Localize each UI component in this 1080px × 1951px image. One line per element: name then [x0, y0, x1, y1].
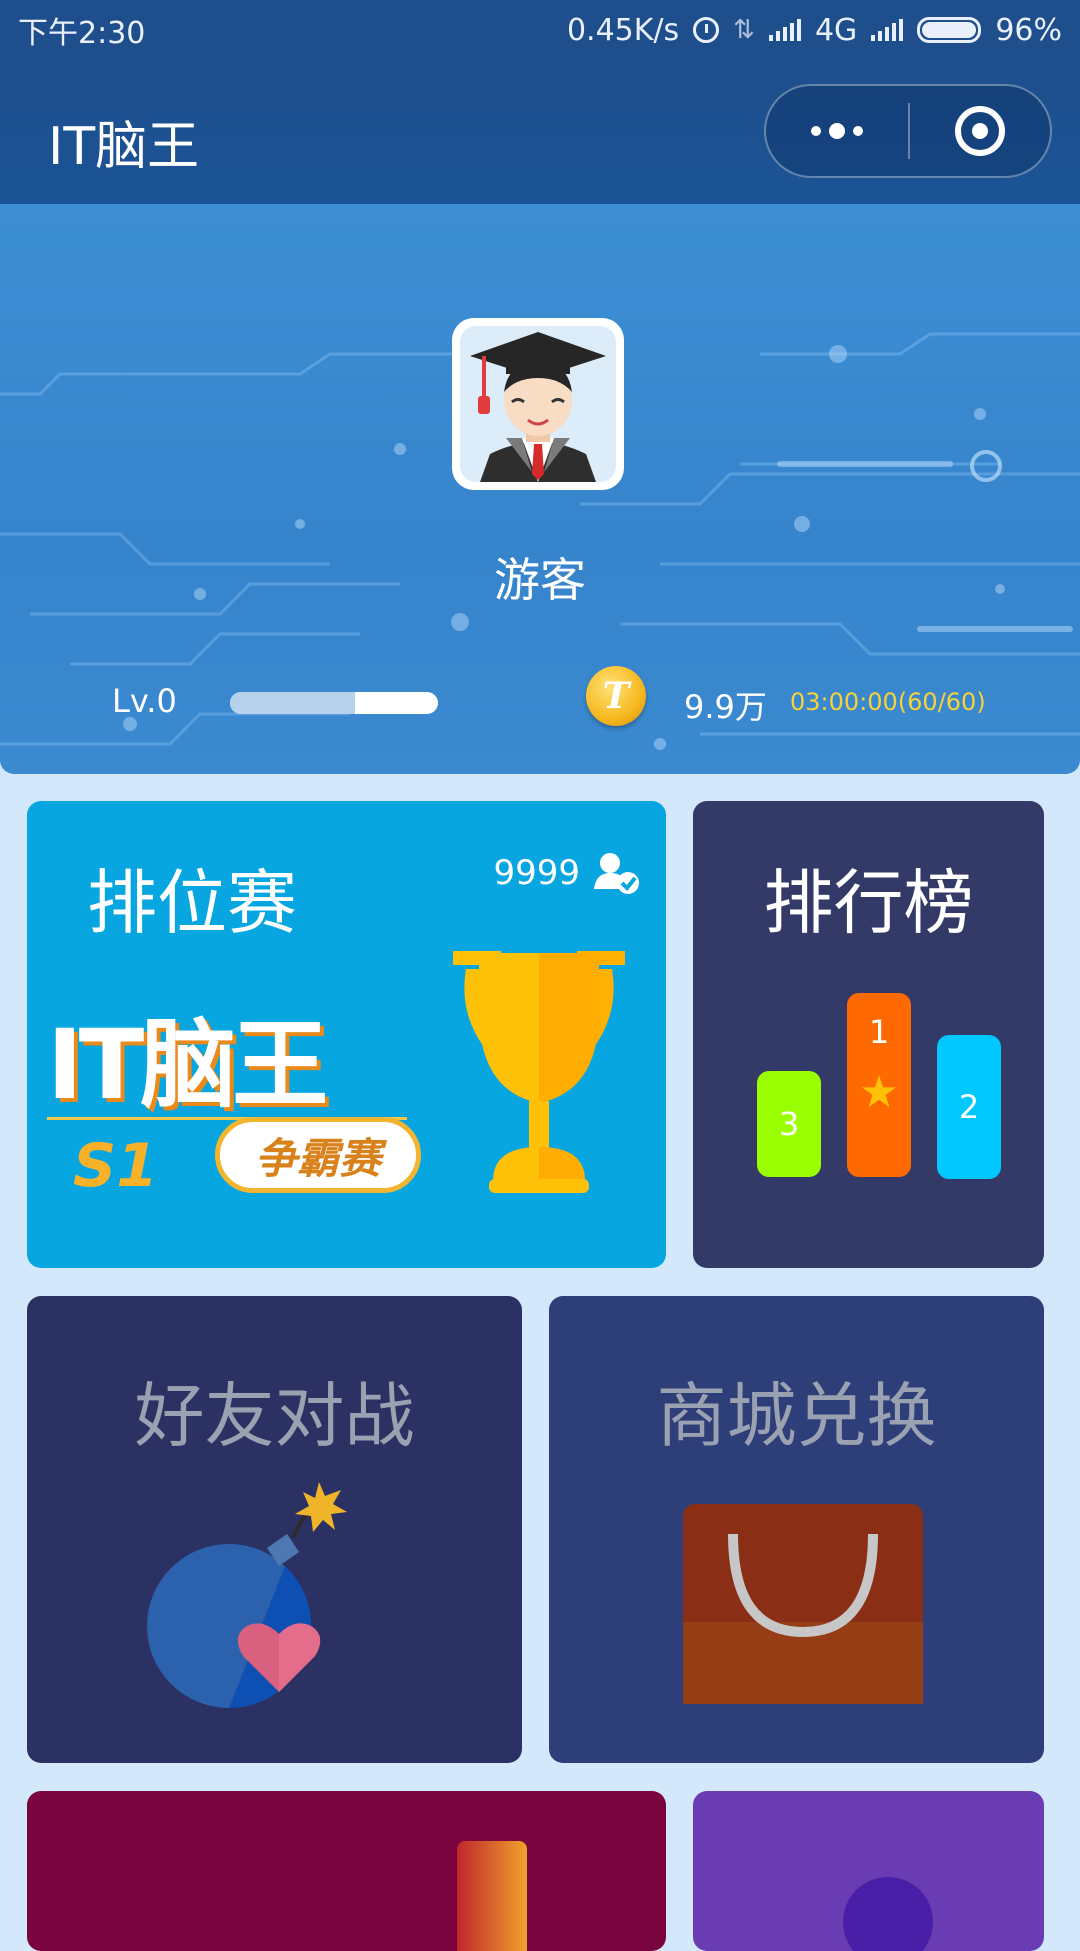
more-icon[interactable] [766, 123, 908, 139]
xp-progress-bar [230, 692, 438, 714]
status-bar: 下午2:30 0.45K/s ⇅ 4G 96% [0, 0, 1080, 60]
data-transfer-icon: ⇅ [733, 15, 755, 45]
podium-first: 1 ★ [847, 993, 911, 1177]
avatar[interactable] [452, 318, 624, 490]
feature-card-5[interactable] [27, 1791, 666, 1951]
book-stack-icon [457, 1841, 527, 1951]
energy-timer: 03:00:00(60/60) [790, 688, 986, 716]
status-indicators: 0.45K/s ⇅ 4G 96% [567, 13, 1062, 48]
username: 游客 [494, 553, 586, 607]
shop-exchange-card[interactable]: 商城兑换 [549, 1296, 1044, 1763]
online-count-value: 9999 [493, 853, 580, 893]
season-label: S1 [73, 1131, 158, 1201]
podium-second: 2 [937, 1035, 1001, 1179]
profile-header: 游客 Lv.0 T 9.9万 03:00:00(60/60) [0, 204, 1080, 774]
user-check-icon [594, 853, 639, 894]
online-count: 9999 [493, 849, 640, 897]
podium-first-label: 1 [868, 1013, 890, 1051]
podium-third: 3 [757, 1071, 821, 1177]
close-miniprogram-button[interactable] [910, 106, 1050, 156]
ranked-match-card[interactable]: 排位赛 9999 IT脑王 S1 争霸赛 [27, 801, 666, 1268]
leaderboard-title: 排行榜 [763, 862, 974, 944]
coin-balance: 9.9万 [684, 688, 767, 726]
graduate-avatar-icon [470, 332, 606, 482]
page-title: IT脑王 [48, 117, 200, 177]
battery-icon [917, 17, 982, 43]
xp-progress-fill [230, 692, 355, 714]
bomb-icon [147, 1482, 347, 1709]
event-badge: 争霸赛 [215, 1117, 421, 1193]
gear-icon [843, 1877, 933, 1951]
ranked-match-title: 排位赛 [87, 862, 297, 944]
battery-level: 96% [995, 12, 1062, 48]
alarm-icon [693, 17, 720, 43]
close-miniprogram-icon [955, 106, 1005, 156]
shopping-bag-icon [683, 1504, 923, 1704]
trophy-icon [453, 951, 625, 1193]
star-icon: ★ [859, 1067, 899, 1118]
friend-battle-card[interactable]: 好友对战 [27, 1296, 522, 1763]
friend-battle-title: 好友对战 [134, 1375, 415, 1457]
shop-exchange-title: 商城兑换 [656, 1375, 937, 1457]
status-time: 下午2:30 [18, 16, 146, 51]
event-logo-text: IT脑王 [47, 1009, 328, 1121]
nav-bar: IT脑王 [0, 60, 1080, 204]
signal-icon [768, 19, 801, 41]
network-speed: 0.45K/s [566, 12, 680, 48]
feature-card-6[interactable] [693, 1791, 1044, 1951]
coin-icon: T [586, 666, 646, 726]
leaderboard-card[interactable]: 排行榜 3 1 ★ 2 [693, 801, 1044, 1268]
miniprogram-capsule [764, 84, 1052, 178]
level-label: Lv.0 [112, 682, 177, 720]
network-type: 4G [814, 12, 858, 48]
signal-icon-2 [871, 19, 904, 41]
